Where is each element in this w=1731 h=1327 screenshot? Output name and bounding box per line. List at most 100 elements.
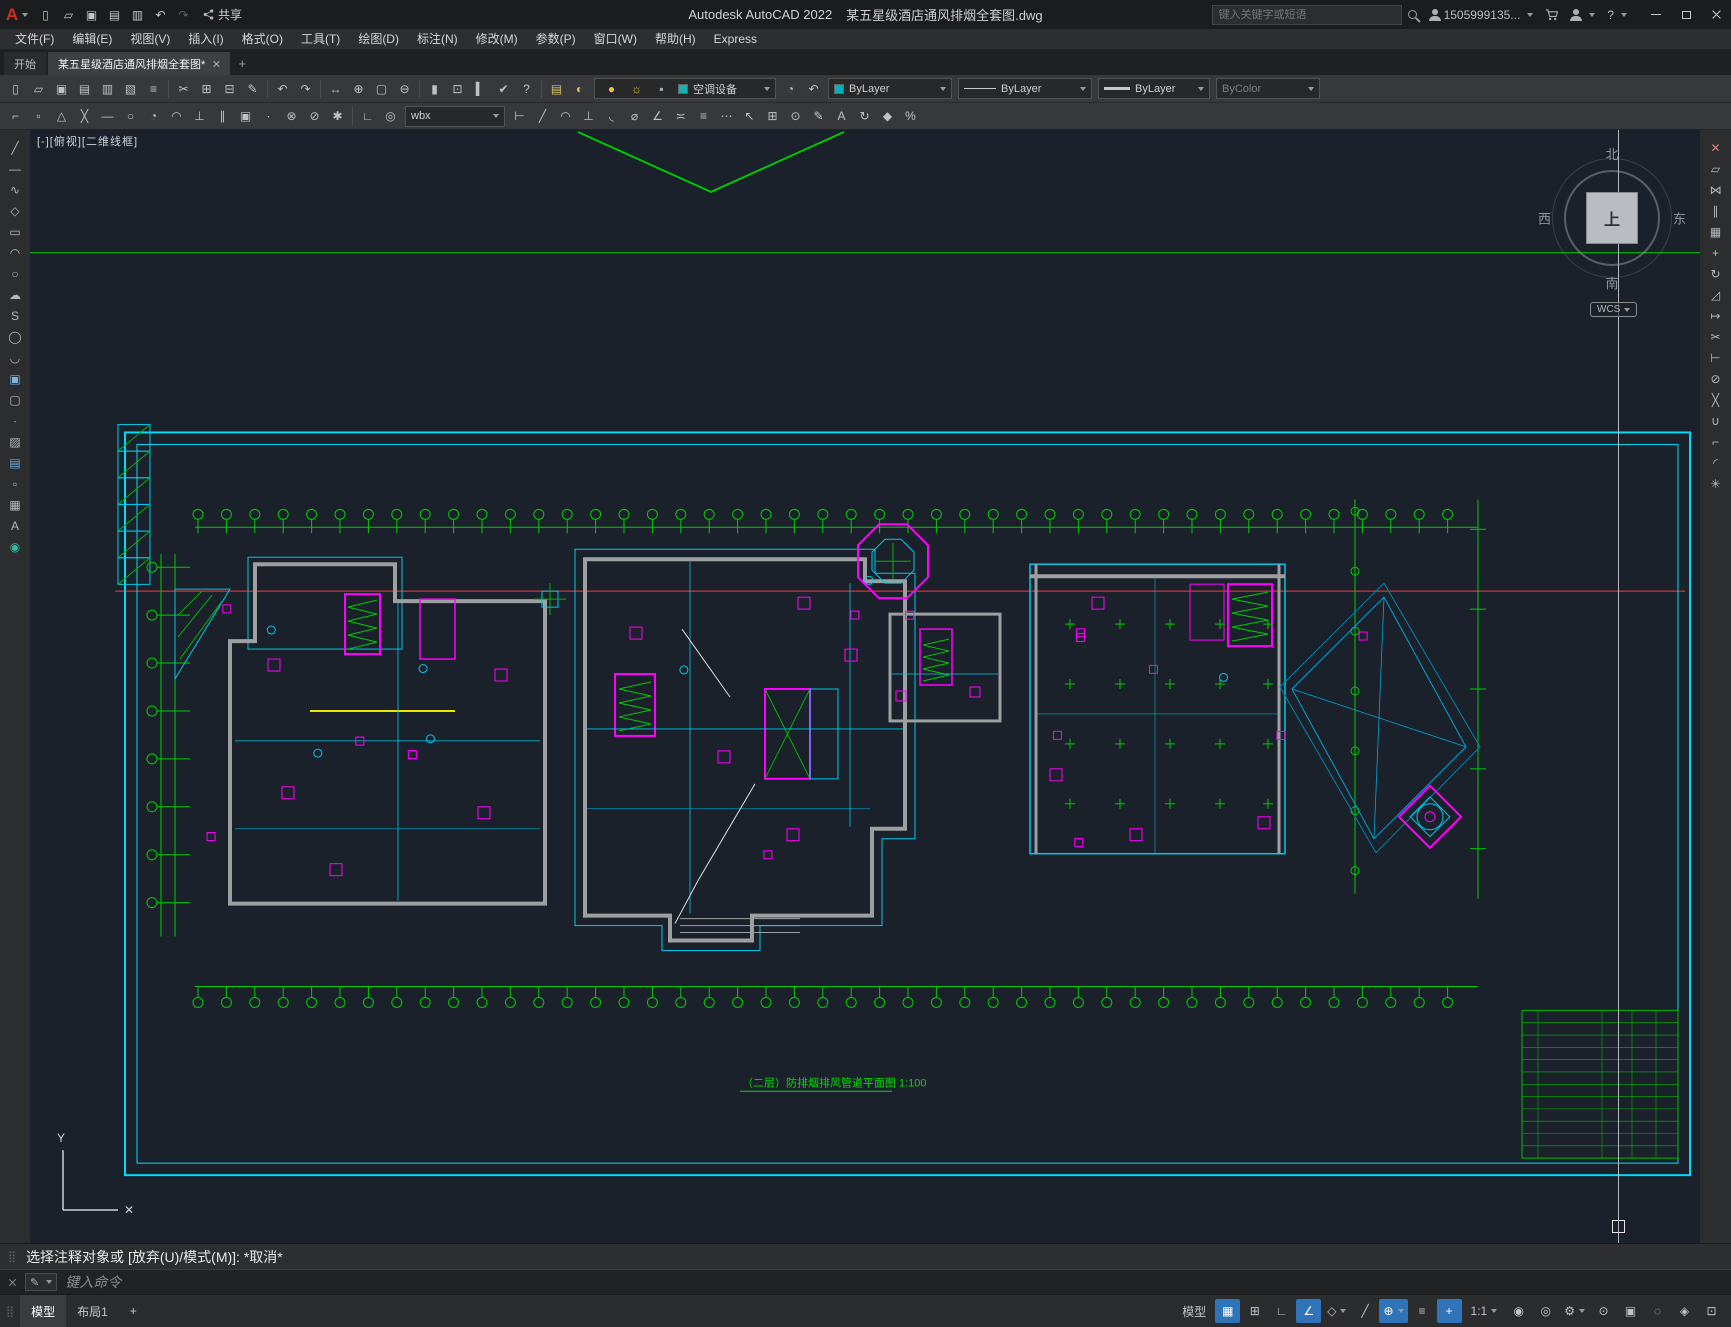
new-file-icon[interactable]: ▯ [34,4,57,26]
dim-style-icon[interactable]: ◆ [876,105,899,127]
center-mark-icon[interactable]: ⊙ [784,105,807,127]
scale-list-icon[interactable]: % [899,105,922,127]
layer-dropdown[interactable]: ● ☼ ▪ 空调设备 [594,78,776,99]
pan-icon[interactable]: ↔ [324,78,347,100]
quick-properties-icon[interactable]: ▣ [1618,1299,1643,1323]
move-tool[interactable]: + [1705,243,1727,263]
tab-model[interactable]: 模型 [20,1295,67,1327]
make-block-tool[interactable]: ▢ [4,390,26,410]
command-history[interactable]: ⣿ 选择注释对象或 [放弃(U)/模式(M)]: *取消* [0,1244,1731,1269]
viewcube-top-face[interactable]: 上 [1586,192,1638,244]
open-file-icon[interactable]: ▱ [57,4,80,26]
save-as-icon[interactable]: ▤ [103,4,126,26]
zoom-previous-icon[interactable]: ⊖ [393,78,416,100]
offset-tool[interactable]: ∥ [1705,201,1727,221]
snap-icon[interactable]: ⊞ [1242,1299,1267,1323]
otrack-icon[interactable]: ╱ [1352,1299,1377,1323]
ellipse-arc-tool[interactable]: ◡ [4,348,26,368]
osnap-insert-icon[interactable]: ▣ [234,105,257,127]
osnap-parallel-icon[interactable]: ∥ [211,105,234,127]
break-point-tool[interactable]: ⊘ [1705,369,1727,389]
text-style-dropdown[interactable]: wbx [405,105,505,127]
title-block[interactable] [1521,1009,1679,1159]
osnap-from-icon[interactable]: ⌐ [4,105,27,127]
construction-line-tool[interactable]: — [4,159,26,179]
layer-on-icon[interactable]: ● [600,78,623,100]
command-input-placeholder[interactable]: 键入命令 [65,1272,121,1292]
osnap-quadrant-icon[interactable]: ◔ [142,105,165,127]
properties-icon[interactable]: ▮ [423,78,446,100]
floor-plan-drawing[interactable]: （二层）防排烟排风管道平面图 1:100 Y ✕ [30,130,1700,1243]
osnap-nearest-icon[interactable]: ⊗ [280,105,303,127]
osnap-perpendicular-icon[interactable]: ⊥ [188,105,211,127]
isodraft-icon[interactable]: ◇ [1323,1299,1350,1323]
close-icon[interactable] [8,1278,17,1287]
close-button[interactable] [1701,0,1731,29]
dim-angular-icon[interactable]: ∠ [646,105,669,127]
graphics-performance-icon[interactable]: ◈ [1672,1299,1697,1323]
autocad-logo-icon[interactable]: A [0,0,34,29]
tab-close-icon[interactable] [212,60,220,68]
tool-palettes-icon[interactable]: ▍ [469,78,492,100]
revision-cloud-tool[interactable]: ☁ [4,285,26,305]
region-tool[interactable]: ▫ [4,474,26,494]
ucs-icon[interactable] [62,1150,118,1211]
search-button[interactable] [1402,0,1423,29]
undo-icon[interactable]: ↶ [149,4,172,26]
layer-thaw-icon[interactable]: ☼ [625,78,648,100]
dim-aligned-icon[interactable]: ╱ [531,105,554,127]
community-button[interactable] [1564,0,1601,29]
arc-tool[interactable]: ◠ [4,243,26,263]
ucs-world-icon[interactable]: ◎ [379,105,402,127]
menu-item[interactable]: 插入(I) [179,29,232,50]
rotate-tool[interactable]: ↻ [1705,264,1727,284]
osnap-settings-icon[interactable]: ✱ [326,105,349,127]
osnap-extension-icon[interactable]: — [96,105,119,127]
isolate-objects-icon[interactable]: ◌ [1645,1299,1670,1323]
plot-preview-icon[interactable]: ▧ [119,78,142,100]
menu-item[interactable]: 帮助(H) [646,29,705,50]
insert-block-tool[interactable]: ▣ [4,369,26,389]
osnap-intersection-icon[interactable]: ╳ [73,105,96,127]
open-file-icon[interactable]: ▱ [27,78,50,100]
compass-north-label[interactable]: 北 [1605,144,1618,163]
navigation-compass[interactable]: 上 北 南 西 东 [1537,143,1687,293]
tab-layout1[interactable]: 布局1 [66,1295,119,1327]
minimize-button[interactable] [1641,0,1671,29]
layer-lock-icon[interactable]: ▪ [650,78,673,100]
new-file-icon[interactable]: ▯ [4,78,27,100]
mirror-tool[interactable]: ⋈ [1705,180,1727,200]
ellipse-tool[interactable]: ◯ [4,327,26,347]
compass-east-label[interactable]: 东 [1673,209,1686,228]
workspace-gear-icon[interactable]: ⚙ [1560,1299,1589,1323]
hatch-tool[interactable]: ▨ [4,432,26,452]
menu-item[interactable]: 格式(O) [233,29,292,50]
dim-edit-icon[interactable]: ✎ [807,105,830,127]
share-button[interactable]: 共享 [195,4,250,26]
linetype-dropdown[interactable]: ByLayer [958,78,1092,99]
maximize-button[interactable] [1671,0,1701,29]
menu-item[interactable]: 文件(F) [6,29,63,50]
polyline-tool[interactable]: ∿ [4,180,26,200]
measure-tool[interactable]: ◉ [4,537,26,557]
join-tool[interactable]: ∪ [1705,411,1727,431]
ortho-icon[interactable]: ∟ [1269,1299,1294,1323]
line-tool[interactable]: ╱ [4,138,26,158]
break-tool[interactable]: ╳ [1705,390,1727,410]
save-icon[interactable]: ▣ [50,78,73,100]
dim-linear-icon[interactable]: ⊢ [508,105,531,127]
explode-tool[interactable]: ✳ [1705,474,1727,494]
zoom-window-icon[interactable]: ▢ [370,78,393,100]
compass-west-label[interactable]: 西 [1538,209,1551,228]
osnap-center-icon[interactable]: ○ [119,105,142,127]
menu-item[interactable]: 参数(P) [527,29,585,50]
layer-previous-icon[interactable]: ↶ [802,78,825,100]
object-color-dropdown[interactable]: ByLayer [828,78,952,99]
publish-icon[interactable]: ≡ [142,78,165,100]
spline-tool[interactable]: S [4,306,26,326]
redo-icon[interactable]: ↷ [172,4,195,26]
dynamic-input-icon[interactable]: + [1436,1299,1462,1323]
lineweight-icon[interactable]: ≡ [1410,1299,1435,1323]
menu-item[interactable]: 绘图(D) [349,29,408,50]
account-button[interactable]: 1505999135... [1423,0,1540,29]
